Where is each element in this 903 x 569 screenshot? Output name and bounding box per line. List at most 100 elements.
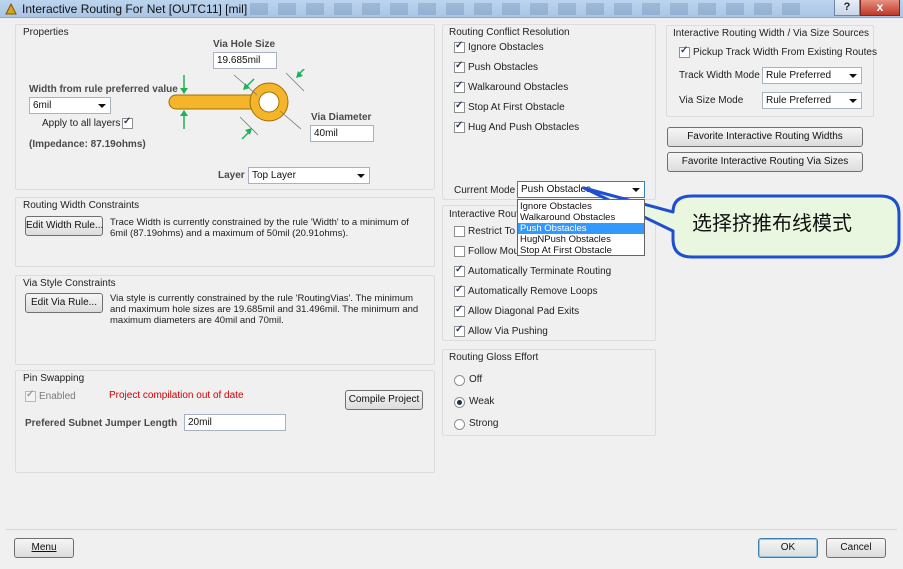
routing-width-description: Trace Width is currently constrained by … <box>110 217 409 239</box>
via-hole-dim-line-2 <box>279 110 302 130</box>
gloss-strong-radio[interactable] <box>454 419 465 430</box>
dropdown-item-hugnpush[interactable]: HugNPush Obstacles <box>518 234 644 245</box>
follow-mouse-checkbox[interactable] <box>454 246 465 257</box>
help-button[interactable]: ? <box>834 0 860 16</box>
edit-width-rule-button[interactable]: Edit Width Rule... <box>25 216 103 236</box>
pin-swapping-enabled-checkbox[interactable] <box>25 389 36 402</box>
compile-warning-text: Project compilation out of date <box>109 390 244 401</box>
dialog-client: Properties Via Hole Size 19.685mil Width… <box>6 19 901 563</box>
conflict-resolution-title: Routing Conflict Resolution <box>449 27 570 38</box>
track-width-mode-value: Rule Preferred <box>766 70 832 81</box>
impedance-label: (Impedance: 87.19ohms) <box>29 139 146 150</box>
subnet-jumper-label: Prefered Subnet Jumper Length <box>25 418 178 429</box>
callout-text: 选择挤推布线模式 <box>692 211 852 235</box>
altium-app-icon <box>5 2 17 15</box>
gloss-weak-label: Weak <box>469 396 495 407</box>
trace-width-top-arrowhead <box>180 88 188 94</box>
push-obstacles-label: Push Obstacles <box>468 62 539 73</box>
allow-via-pushing-label: Allow Via Pushing <box>468 326 548 337</box>
conflict-resolution-group: Routing Conflict Resolution Ignore Obsta… <box>442 24 656 200</box>
close-button[interactable]: x <box>860 0 900 16</box>
via-diameter-label: Via Diameter <box>311 112 372 123</box>
auto-remove-loops-checkbox[interactable] <box>454 284 465 297</box>
via-style-title: Via Style Constraints <box>23 278 116 289</box>
follow-mouse-label: Follow Mous <box>468 246 525 257</box>
chevron-down-icon <box>849 74 857 78</box>
apply-all-layers-label: Apply to all layers <box>42 118 121 129</box>
push-obstacles-checkbox[interactable] <box>454 60 465 73</box>
menu-button[interactable]: Menu <box>14 538 74 558</box>
via-diagram <box>168 69 306 140</box>
hug-push-obstacles-checkbox[interactable] <box>454 120 465 133</box>
ok-button[interactable]: OK <box>758 538 818 558</box>
auto-terminate-checkbox[interactable] <box>454 264 465 277</box>
sources-group: Interactive Routing Width / Via Size Sou… <box>666 25 877 117</box>
via-diameter-input[interactable]: 40mil <box>310 125 374 142</box>
layer-combo[interactable]: Top Layer <box>248 167 370 184</box>
dropdown-item-walkaround[interactable]: Walkaround Obstacles <box>518 212 644 223</box>
layer-label: Layer <box>218 170 245 181</box>
layer-combo-value: Top Layer <box>252 170 296 181</box>
via-size-mode-combo[interactable]: Rule Preferred <box>762 92 862 109</box>
allow-via-pushing-checkbox[interactable] <box>454 324 465 337</box>
hug-push-obstacles-label: Hug And Push Obstacles <box>468 122 580 133</box>
diagonal-pad-exits-label: Allow Diagonal Pad Exits <box>468 306 580 317</box>
gloss-strong-label: Strong <box>469 418 499 429</box>
track-width-mode-combo[interactable]: Rule Preferred <box>762 67 862 84</box>
pickup-width-checkbox[interactable] <box>679 45 690 58</box>
interactive-options-title: Interactive Routin <box>449 209 527 220</box>
width-combo-value: 6mil <box>33 100 52 111</box>
via-style-description: Via style is currently constrained by th… <box>110 293 419 326</box>
pickup-width-label: Pickup Track Width From Existing Routes <box>693 47 877 58</box>
track-width-mode-label: Track Width Mode <box>679 70 760 81</box>
gloss-off-label: Off <box>469 374 483 385</box>
gloss-weak-radio[interactable] <box>454 397 465 408</box>
routing-width-title: Routing Width Constraints <box>23 200 140 211</box>
current-mode-label: Current Mode <box>454 185 516 196</box>
compile-project-button[interactable]: Compile Project <box>345 390 423 410</box>
via-hole-size-label: Via Hole Size <box>213 39 276 50</box>
chevron-down-icon <box>98 104 106 108</box>
pin-swapping-group: Pin Swapping Enabled Project compilation… <box>15 370 435 473</box>
favorite-via-sizes-button[interactable]: Favorite Interactive Routing Via Sizes <box>667 152 863 172</box>
dropdown-item-stop-first[interactable]: Stop At First Obstacle <box>518 245 644 256</box>
stop-first-obstacle-checkbox[interactable] <box>454 100 465 113</box>
via-size-mode-value: Rule Preferred <box>766 95 832 106</box>
via-hole-shape <box>258 91 280 113</box>
current-mode-dropdown-list[interactable]: Ignore Obstacles Walkaround Obstacles Pu… <box>517 199 645 256</box>
footer-divider <box>6 529 897 530</box>
ignore-obstacles-label: Ignore Obstacles <box>468 42 544 53</box>
width-combo[interactable]: 6mil <box>29 97 111 114</box>
background-toolbar-ghost <box>250 3 810 15</box>
dropdown-item-ignore[interactable]: Ignore Obstacles <box>518 201 644 212</box>
cancel-button[interactable]: Cancel <box>826 538 886 558</box>
pin-swapping-enabled-label: Enabled <box>39 391 76 402</box>
chevron-down-icon <box>357 174 365 178</box>
gloss-effort-title: Routing Gloss Effort <box>449 352 539 363</box>
favorite-widths-button[interactable]: Favorite Interactive Routing Widths <box>667 127 863 147</box>
via-hole-size-input[interactable]: 19.685mil <box>213 52 277 69</box>
window-title: Interactive Routing For Net [OUTC11] [mi… <box>22 2 248 16</box>
sources-title: Interactive Routing Width / Via Size Sou… <box>673 28 870 39</box>
via-size-mode-label: Via Size Mode <box>679 95 744 106</box>
gloss-off-radio[interactable] <box>454 375 465 386</box>
subnet-jumper-input[interactable]: 20mil <box>184 414 286 431</box>
restrict-to-90-checkbox[interactable] <box>454 226 465 237</box>
chevron-down-icon <box>849 99 857 103</box>
edit-via-rule-button[interactable]: Edit Via Rule... <box>25 293 103 313</box>
title-bar[interactable]: Interactive Routing For Net [OUTC11] [mi… <box>0 0 903 18</box>
trace-width-bottom-arrowhead <box>180 110 188 116</box>
apply-all-layers-checkbox[interactable] <box>122 116 133 129</box>
routing-width-group: Routing Width Constraints Edit Width Rul… <box>15 197 435 267</box>
walkaround-obstacles-checkbox[interactable] <box>454 80 465 93</box>
properties-title: Properties <box>23 27 69 38</box>
diagonal-pad-exits-checkbox[interactable] <box>454 304 465 317</box>
dropdown-item-push[interactable]: Push Obstacles <box>518 223 644 234</box>
stop-first-obstacle-label: Stop At First Obstacle <box>468 102 565 113</box>
ignore-obstacles-checkbox[interactable] <box>454 40 465 53</box>
via-style-group: Via Style Constraints Edit Via Rule... V… <box>15 275 435 365</box>
restrict-to-90-label: Restrict To 9 <box>468 226 524 237</box>
auto-remove-loops-label: Automatically Remove Loops <box>468 286 598 297</box>
auto-terminate-label: Automatically Terminate Routing <box>468 266 612 277</box>
pin-swapping-title: Pin Swapping <box>23 373 85 384</box>
